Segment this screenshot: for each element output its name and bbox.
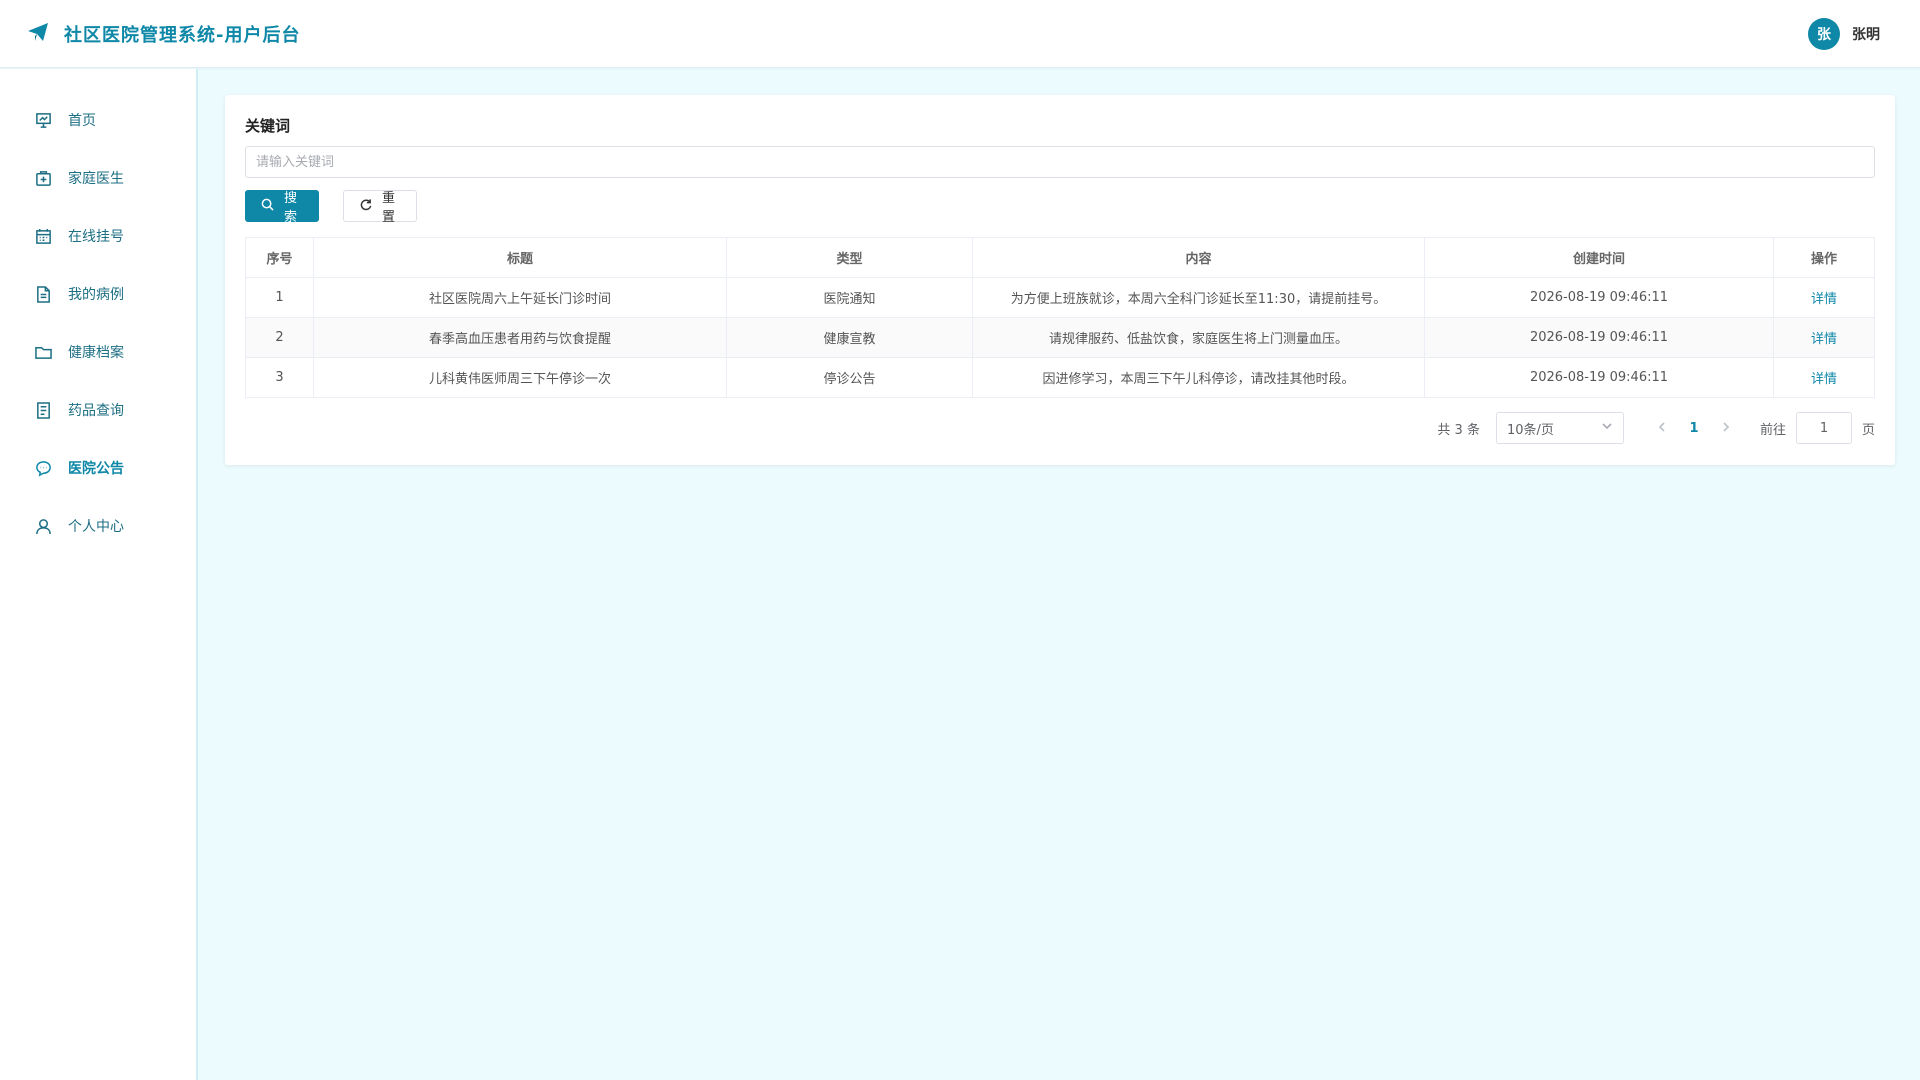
keyword-label: 关键词 [245,117,291,135]
chat-bubble-icon [34,459,52,477]
cell-action: 详情 [1773,277,1875,318]
cell-action: 详情 [1773,357,1875,398]
search-button[interactable]: 搜索 [245,190,319,225]
chevron-right-icon [1721,421,1731,436]
table-row: 2 春季高血压患者用药与饮食提醒 健康宣教 请规律服药、低盐饮食，家庭医生将上门… [245,317,1875,358]
next-page-button[interactable] [1710,412,1742,444]
cell-action: 详情 [1773,317,1875,358]
sidebar-item-personal-center[interactable]: 个人中心 [0,497,196,555]
top-header: 社区医院管理系统-用户后台 张 张明 [0,0,1920,68]
avatar[interactable]: 张 [1808,17,1840,50]
sidebar-item-label: 个人中心 [68,519,124,535]
sidebar-item-online-registration[interactable]: 在线挂号 [0,207,196,265]
cell-created: 2026-08-19 09:46:11 [1424,357,1774,398]
cell-index: 3 [245,357,314,398]
column-header-action: 操作 [1773,237,1875,278]
brand[interactable]: 社区医院管理系统-用户后台 [26,20,300,48]
user-menu[interactable]: 张 张明 [1808,17,1880,50]
cell-content: 为方便上班族就诊，本周六全科门诊延长至11:30，请提前挂号。 [972,277,1425,318]
table-row: 3 儿科黄伟医师周三下午停诊一次 停诊公告 因进修学习，本周三下午儿科停诊，请改… [245,357,1875,398]
user-name[interactable]: 张明 [1852,24,1880,44]
pagination: 共 3 条 10条/页 1 前往 页 [245,412,1875,444]
page-size-select[interactable]: 10条/页 [1495,412,1624,444]
sidebar-item-family-doctor[interactable]: 家庭医生 [0,149,196,207]
sidebar-item-hospital-announcements[interactable]: 医院公告 [0,439,196,497]
sidebar-item-label: 家庭医生 [68,171,124,187]
search-icon [261,198,274,215]
user-icon [34,517,52,535]
list-document-icon [34,401,52,419]
sidebar-item-label: 在线挂号 [68,229,124,245]
sidebar-item-label: 药品查询 [68,403,124,419]
chevron-left-icon [1657,421,1667,436]
detail-link[interactable]: 详情 [1811,292,1837,307]
sidebar-item-label: 我的病例 [68,287,124,303]
calendar-icon [34,227,52,245]
cell-index: 1 [245,277,314,318]
search-button-label: 搜索 [283,191,297,225]
cell-title: 社区医院周六上午延长门诊时间 [313,277,727,318]
chevron-down-icon [1601,420,1613,436]
cell-type: 医院通知 [726,277,973,318]
table-row: 1 社区医院周六上午延长门诊时间 医院通知 为方便上班族就诊，本周六全科门诊延长… [245,277,1875,318]
reset-button-label: 重置 [381,191,395,225]
column-header-type: 类型 [726,237,973,278]
sidebar-item-my-cases[interactable]: 我的病例 [0,265,196,323]
sidebar: 首页 家庭医生 在线挂号 我的病例 健康档案 药品查询 医院公告 个人中心 [0,69,198,1080]
sidebar-item-home[interactable]: 首页 [0,91,196,149]
cell-content: 请规律服药、低盐饮食，家庭医生将上门测量血压。 [972,317,1425,358]
pagination-total: 共 3 条 [1437,422,1480,438]
cell-title: 儿科黄伟医师周三下午停诊一次 [313,357,727,398]
cell-content: 因进修学习，本周三下午儿科停诊，请改挂其他时段。 [972,357,1425,398]
cell-type: 健康宣教 [726,317,973,358]
sidebar-item-health-records[interactable]: 健康档案 [0,323,196,381]
cell-created: 2026-08-19 09:46:11 [1424,277,1774,318]
column-header-content: 内容 [972,237,1425,278]
page-size-value: 10条/页 [1506,422,1554,438]
sidebar-item-label: 首页 [68,113,96,129]
table-header-row: 序号 标题 类型 内容 创建时间 操作 [245,237,1875,278]
announcement-table: 序号 标题 类型 内容 创建时间 操作 1 社区医院周六上午延长门诊时间 医院通… [245,237,1875,398]
keyword-input[interactable] [245,146,1875,178]
column-header-index: 序号 [245,237,314,278]
reset-button[interactable]: 重置 [343,190,417,225]
cell-created: 2026-08-19 09:46:11 [1424,317,1774,358]
sidebar-item-label: 健康档案 [68,345,124,361]
goto-suffix: 页 [1861,422,1875,438]
medical-kit-icon [34,169,52,187]
detail-link[interactable]: 详情 [1811,332,1837,347]
goto-page-input[interactable] [1795,412,1852,444]
folder-icon [34,343,52,361]
goto-label: 前往 [1759,422,1786,438]
search-actions: 搜索 重置 [245,190,1875,225]
presentation-icon [34,111,52,129]
column-header-created: 创建时间 [1424,237,1774,278]
paper-plane-icon [26,20,50,48]
prev-page-button[interactable] [1646,412,1678,444]
column-header-title: 标题 [313,237,727,278]
page-number-current[interactable]: 1 [1678,412,1710,444]
announcement-panel: 关键词 搜索 重置 序号 标题 类型 内容 创建时间 操作 1 社区医院周六上午… [225,95,1895,465]
cell-type: 停诊公告 [726,357,973,398]
app-title: 社区医院管理系统-用户后台 [64,24,301,46]
sidebar-item-drug-query[interactable]: 药品查询 [0,381,196,439]
cell-title: 春季高血压患者用药与饮食提醒 [313,317,727,358]
document-icon [34,285,52,303]
cell-index: 2 [245,317,314,358]
refresh-icon [359,198,372,215]
detail-link[interactable]: 详情 [1811,372,1837,387]
sidebar-item-label: 医院公告 [68,461,124,477]
